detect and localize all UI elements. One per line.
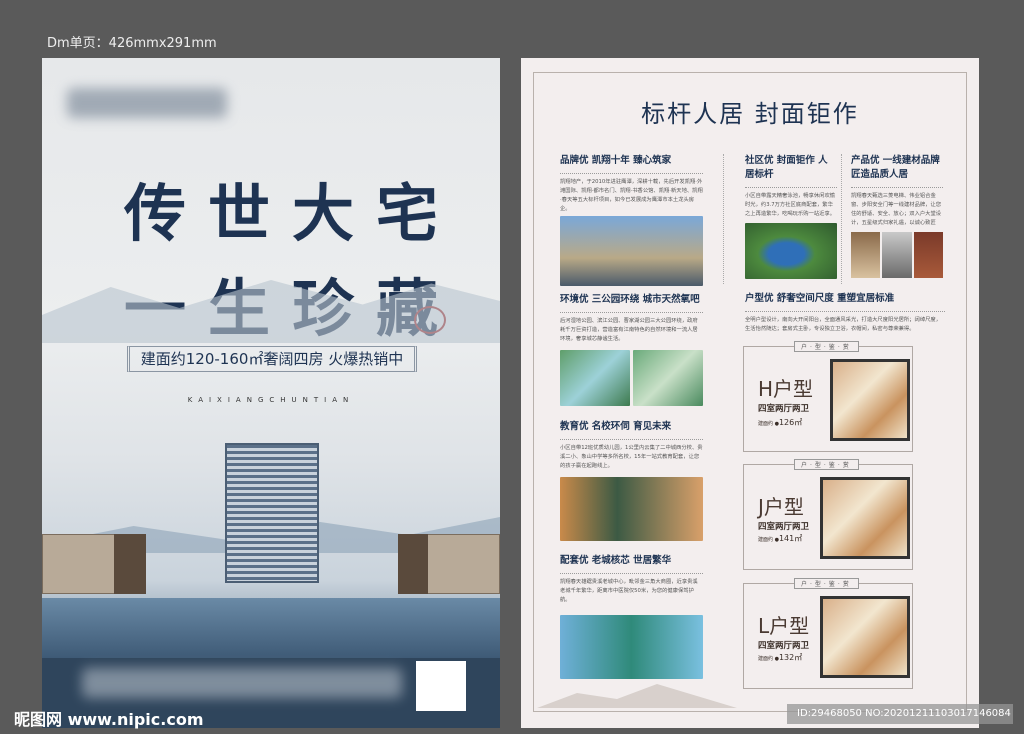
section-heading: 产品优 一线建材品牌 匠造品质人居 bbox=[851, 155, 940, 180]
floor-plan-image bbox=[830, 359, 910, 441]
divider bbox=[841, 154, 842, 284]
section-layout: 户型优 舒奢空间尺度 重塑宜居标准 全明户型设计，南向大开间阳台，全面通风采光，… bbox=[745, 292, 945, 334]
plan-area: 126㎡ bbox=[778, 418, 803, 427]
divider bbox=[723, 154, 724, 284]
section-body: 凯翔春天甄选三菱电梯、伟业铝合金窗、步阳安全门等一线建材品牌，让您住的舒适、安全… bbox=[851, 193, 942, 226]
photo-medical bbox=[560, 615, 703, 679]
plan-rooms: 四室两厅两卫 bbox=[758, 404, 810, 414]
photo-elevator bbox=[851, 232, 881, 278]
section-heading: 户型优 舒奢空间尺度 重塑宜居标准 bbox=[745, 293, 895, 304]
section-heading: 配套优 老城核芯 世居繁华 bbox=[560, 555, 672, 566]
plan-area-label: 建面约 ● bbox=[758, 537, 779, 543]
photo-window bbox=[882, 232, 912, 278]
section-body: 小区自带12班优质幼儿园，1公里内云集了二中城西分校、贵溪二小、象山中学等多所名… bbox=[560, 445, 703, 469]
plan-rooms: 四室两厅两卫 bbox=[758, 522, 810, 532]
dimension-label: Dm单页：426mmx291mm bbox=[47, 36, 217, 51]
tagline-scroll: 建面约120-160㎡奢阔四房 火爆热销中 bbox=[127, 346, 417, 372]
plan-tag: 户·型·鉴·赏 bbox=[794, 341, 859, 352]
watermark-id: ID:29468050 NO:20201211103017146084 bbox=[787, 704, 1013, 724]
photo-park2 bbox=[633, 350, 703, 406]
section-amenities: 配套优 老城核芯 世居繁华 凯翔春天雄踞贵溪老城中心，毗邻金三角大商圈，近享贵溪… bbox=[560, 554, 703, 679]
section-heading: 社区优 封面钜作 人居标杆 bbox=[745, 155, 828, 180]
plan-type: L户型 bbox=[758, 614, 810, 638]
plan-rooms: 四室两厅两卫 bbox=[758, 641, 810, 651]
section-brand: 品牌优 凯翔十年 臻心筑家 凯翔地产，于2010年进驻鹰潭，深耕十载，先后开发凯… bbox=[560, 154, 703, 286]
qr-code bbox=[416, 661, 466, 711]
tower-building bbox=[225, 443, 319, 583]
plan-area-label: 建面约 ● bbox=[758, 656, 779, 662]
photo-door bbox=[913, 232, 943, 278]
plan-card-h: 户·型·鉴·赏 H户型 四室两厅两卫 建面约 ●126㎡ bbox=[743, 341, 913, 452]
photo-park1 bbox=[560, 350, 630, 406]
photo-entrance bbox=[560, 216, 703, 286]
section-community: 社区优 封面钜作 人居标杆 小区自带露天精奢泳池，畅享休闲欢愉时光，约3.7万方… bbox=[745, 154, 837, 279]
photo-pool bbox=[745, 223, 837, 279]
section-heading: 环境优 三公园环绕 城市天然氧吧 bbox=[560, 294, 700, 305]
water-reflection bbox=[42, 598, 500, 658]
section-product: 产品优 一线建材品牌 匠造品质人居 凯翔春天甄选三菱电梯、伟业铝合金窗、步阳安全… bbox=[851, 154, 943, 278]
plan-area: 132㎡ bbox=[778, 653, 803, 662]
plan-tag: 户·型·鉴·赏 bbox=[794, 459, 859, 470]
right-poster: 标杆人居 封面钜作 品牌优 凯翔十年 臻心筑家 凯翔地产，于2010年进驻鹰潭，… bbox=[521, 58, 979, 728]
blurred-logo bbox=[67, 88, 227, 118]
gate-door-left bbox=[114, 534, 146, 594]
plan-tag: 户·型·鉴·赏 bbox=[794, 578, 859, 589]
right-title: 标杆人居 封面钜作 bbox=[641, 100, 859, 128]
blurred-contact bbox=[82, 668, 402, 698]
section-body: 凯翔春天雄踞贵溪老城中心，毗邻金三角大商圈，近享贵溪老城千年繁华，距离市中医院仅… bbox=[560, 579, 698, 603]
watermark-site: 昵图网 www.nipic.com bbox=[14, 710, 204, 729]
plan-card-j: 户·型·鉴·赏 J户型 四室两厅两卫 建面约 ●141㎡ bbox=[743, 459, 913, 570]
plan-area-label: 建面约 ● bbox=[758, 421, 779, 427]
section-education: 教育优 名校环伺 育见未来 小区自带12班优质幼儿园，1公里内云集了二中城西分校… bbox=[560, 420, 703, 541]
poster-title-line1: 传世大宅 bbox=[123, 177, 460, 250]
plan-type: H户型 bbox=[758, 377, 814, 401]
floor-plan-image bbox=[820, 596, 910, 678]
section-environment: 环境优 三公园环绕 城市天然氧吧 后河湿地公园、滨江公园、曹家湖公园三大公园环绕… bbox=[560, 293, 703, 406]
gate-door-right bbox=[398, 534, 428, 594]
section-heading: 教育优 名校环伺 育见未来 bbox=[560, 421, 672, 432]
floor-plan-image bbox=[820, 477, 910, 559]
plan-card-l: 户·型·鉴·赏 L户型 四室两厅两卫 建面约 ●132㎡ bbox=[743, 578, 913, 689]
plan-area: 141㎡ bbox=[778, 534, 803, 543]
section-body: 凯翔地产，于2010年进驻鹰潭，深耕十载，先后开发凯翔·外滩国际、凯翔·都市名门… bbox=[560, 179, 703, 212]
section-body: 后河湿地公园、滨江公园、曹家湖公园三大公园环绕，政府耗千万巨资打造，营造富有江南… bbox=[560, 318, 698, 342]
section-body: 全明户型设计，南向大开间阳台，全面通风采光，打造大尺度阳光居所；阔绰尺度，生活怡… bbox=[745, 317, 941, 332]
left-poster: 传世大宅 一生珍藏 建面约120-160㎡奢阔四房 火爆热销中 KAIXIANG… bbox=[42, 58, 500, 728]
photo-classroom bbox=[560, 477, 703, 541]
section-body: 小区自带露天精奢泳池，畅享休闲欢愉时光，约3.7万方社区底商配套，繁华之上再造繁… bbox=[745, 193, 836, 217]
plan-type: J户型 bbox=[758, 495, 804, 519]
section-heading: 品牌优 凯翔十年 臻心筑家 bbox=[560, 155, 672, 166]
mountain-mist bbox=[42, 280, 500, 343]
english-subtitle: KAIXIANGCHUNTIAN bbox=[187, 396, 355, 404]
